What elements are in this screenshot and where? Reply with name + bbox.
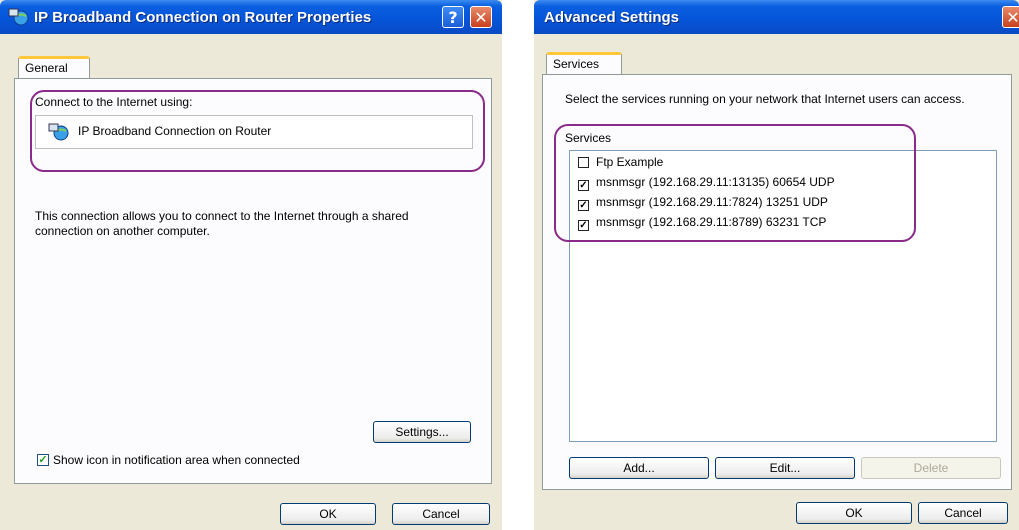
service-label: msnmsgr (192.168.29.11:13135) 60654 UDP (596, 175, 835, 189)
services-instructions: Select the services running on your netw… (565, 92, 965, 106)
connection-device-name: IP Broadband Connection on Router (78, 124, 272, 138)
service-item-msnmsgr-7824[interactable]: ✓ msnmsgr (192.168.29.11:7824) 13251 UDP (578, 193, 828, 211)
services-tab-panel: Select the services running on your netw… (542, 74, 1012, 490)
tab-services[interactable]: Services (546, 52, 622, 75)
connection-properties-dialog: IP Broadband Connection on Router Proper… (0, 0, 502, 530)
service-label: Ftp Example (596, 155, 664, 169)
edit-button[interactable]: Edit... (715, 457, 855, 479)
service-label: msnmsgr (192.168.29.11:8789) 63231 TCP (596, 215, 827, 229)
settings-button[interactable]: Settings... (373, 421, 471, 443)
window-title: IP Broadband Connection on Router Proper… (34, 9, 372, 26)
service-item-msnmsgr-8789[interactable]: ✓ msnmsgr (192.168.29.11:8789) 63231 TCP (578, 213, 826, 231)
close-button[interactable]: ✕ (1002, 6, 1019, 28)
delete-button[interactable]: Delete (861, 457, 1001, 479)
service-label: msnmsgr (192.168.29.11:7824) 13251 UDP (596, 195, 828, 209)
service-item-msnmsgr-13135[interactable]: ✓ msnmsgr (192.168.29.11:13135) 60654 UDP (578, 173, 835, 191)
service-item-ftp[interactable]: Ftp Example (578, 153, 663, 171)
connection-device-icon (48, 123, 70, 144)
cancel-button[interactable]: Cancel (392, 503, 490, 525)
ok-button[interactable]: OK (280, 503, 376, 525)
service-checkbox[interactable]: ✓ (578, 220, 589, 231)
services-label: Services (565, 131, 612, 145)
window-title: Advanced Settings (544, 9, 680, 26)
help-button[interactable]: ? (442, 6, 464, 28)
show-icon-checkbox[interactable]: ✓ (37, 454, 49, 466)
tab-general[interactable]: General (18, 56, 90, 79)
advanced-settings-dialog: Advanced Settings ✕ Services Select the … (534, 0, 1019, 530)
service-checkbox[interactable]: ✓ (578, 200, 589, 211)
show-icon-label: Show icon in notification area when conn… (53, 453, 300, 467)
ok-button[interactable]: OK (796, 502, 912, 524)
add-button[interactable]: Add... (569, 457, 709, 479)
close-button[interactable]: ✕ (470, 6, 492, 28)
service-checkbox[interactable]: ✓ (578, 180, 589, 191)
connection-device-box: IP Broadband Connection on Router (35, 115, 473, 149)
general-tab-panel: Connect to the Internet using: IP Broadb… (14, 78, 492, 484)
title-bar[interactable]: IP Broadband Connection on Router Proper… (0, 0, 502, 34)
cancel-button[interactable]: Cancel (918, 502, 1008, 524)
service-checkbox[interactable] (578, 157, 589, 168)
connection-description: This connection allows you to connect to… (35, 209, 409, 238)
title-bar[interactable]: Advanced Settings ✕ (534, 0, 1019, 34)
connect-label: Connect to the Internet using: (35, 95, 193, 109)
services-list: Ftp Example ✓ msnmsgr (192.168.29.11:1313… (569, 150, 997, 442)
network-connection-icon (8, 8, 30, 30)
